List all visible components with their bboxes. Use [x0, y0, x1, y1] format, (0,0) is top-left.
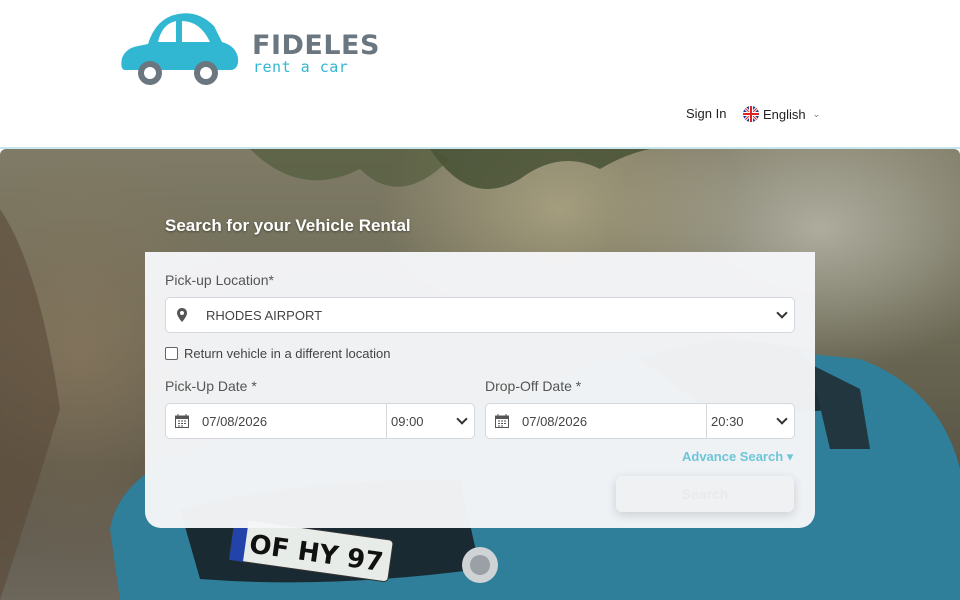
return-different-label[interactable]: Return vehicle in a different location: [184, 346, 390, 361]
pickup-location-value: RHODES AIRPORT: [206, 307, 323, 323]
search-button[interactable]: Search: [616, 476, 794, 512]
chevron-down-icon: [776, 413, 788, 425]
map-pin-icon: [166, 308, 198, 322]
dropoff-date-input[interactable]: 07/08/2026: [486, 404, 707, 438]
pickup-date-label: Pick-Up Date *: [165, 378, 257, 394]
search-title: Search for your Vehicle Rental: [165, 216, 411, 235]
dropoff-date-field: 07/08/2026 20:30: [485, 403, 795, 439]
calendar-icon: [486, 414, 518, 428]
dropoff-time-value: 20:30: [711, 413, 744, 429]
pickup-location-label: Pick-up Location*: [165, 272, 274, 288]
site-header: FIDELES rent a car Sign In English ⌄: [0, 0, 960, 149]
dropoff-date-value: 07/08/2026: [522, 413, 588, 429]
language-label: English: [763, 106, 806, 122]
chevron-down-icon: [456, 413, 468, 425]
advance-search-link[interactable]: Advance Search ▾: [682, 449, 793, 465]
brand-name: FIDELES: [252, 30, 380, 61]
pickup-date-field: 07/08/2026 09:00: [165, 403, 475, 439]
chevron-down-icon: [776, 307, 788, 319]
pickup-date-value: 07/08/2026: [202, 413, 268, 429]
pickup-time-select[interactable]: 09:00: [387, 404, 474, 438]
pickup-date-input[interactable]: 07/08/2026: [166, 404, 387, 438]
dropoff-time-select[interactable]: 20:30: [707, 404, 794, 438]
language-selector[interactable]: English ⌄: [743, 106, 820, 122]
dropoff-date-label: Drop-Off Date *: [485, 378, 582, 394]
pickup-time-value: 09:00: [391, 413, 424, 429]
uk-flag-icon: [743, 106, 759, 122]
calendar-icon: [166, 414, 198, 428]
pickup-location-select[interactable]: RHODES AIRPORT: [165, 297, 795, 333]
return-different-checkbox[interactable]: [165, 347, 178, 360]
brand-tagline: rent a car: [253, 58, 349, 76]
sign-in-link[interactable]: Sign In: [686, 106, 726, 121]
chevron-down-icon: ⌄: [812, 108, 821, 119]
